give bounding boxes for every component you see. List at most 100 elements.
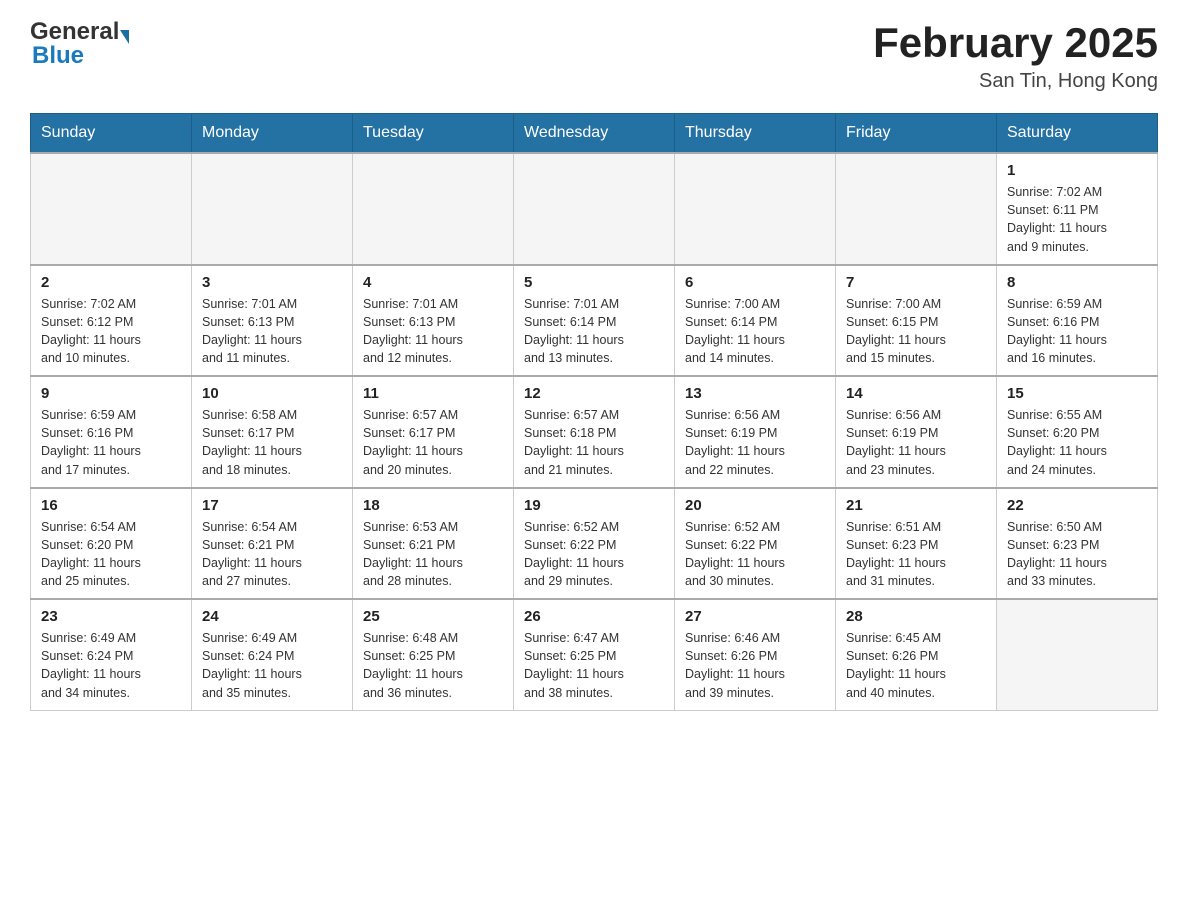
day-number: 22 — [1007, 497, 1147, 514]
calendar-day-cell: 25 Sunrise: 6:48 AM Sunset: 6:25 PM Dayli… — [353, 599, 514, 710]
header-friday: Friday — [836, 114, 997, 154]
calendar-day-cell: 22 Sunrise: 6:50 AM Sunset: 6:23 PM Dayli… — [997, 488, 1158, 600]
day-info: Sunrise: 7:00 AM Sunset: 6:15 PM Dayligh… — [846, 295, 986, 368]
header-saturday: Saturday — [997, 114, 1158, 154]
day-number: 20 — [685, 497, 825, 514]
day-number: 3 — [202, 274, 342, 291]
calendar-day-cell — [31, 153, 192, 265]
day-info: Sunrise: 6:46 AM Sunset: 6:26 PM Dayligh… — [685, 629, 825, 702]
day-info: Sunrise: 6:49 AM Sunset: 6:24 PM Dayligh… — [202, 629, 342, 702]
logo-blue-text: Blue — [30, 44, 84, 68]
calendar-day-cell — [514, 153, 675, 265]
calendar-day-cell: 16Sunrise: 6:54 AM Sunset: 6:20 PM Dayli… — [31, 488, 192, 600]
day-info: Sunrise: 6:47 AM Sunset: 6:25 PM Dayligh… — [524, 629, 664, 702]
calendar-day-cell: 7 Sunrise: 7:00 AM Sunset: 6:15 PM Daylig… — [836, 265, 997, 377]
header-monday: Monday — [192, 114, 353, 154]
calendar-day-cell: 18 Sunrise: 6:53 AM Sunset: 6:21 PM Dayli… — [353, 488, 514, 600]
day-number: 7 — [846, 274, 986, 291]
calendar-day-cell: 24 Sunrise: 6:49 AM Sunset: 6:24 PM Dayli… — [192, 599, 353, 710]
calendar-day-cell — [192, 153, 353, 265]
header-thursday: Thursday — [675, 114, 836, 154]
calendar-day-cell: 19 Sunrise: 6:52 AM Sunset: 6:22 PM Dayli… — [514, 488, 675, 600]
calendar-table: Sunday Monday Tuesday Wednesday Thursday… — [30, 113, 1158, 711]
calendar-week-row: 2 Sunrise: 7:02 AM Sunset: 6:12 PM Daylig… — [31, 265, 1158, 377]
calendar-day-cell — [353, 153, 514, 265]
calendar-day-cell: 27 Sunrise: 6:46 AM Sunset: 6:26 PM Dayli… — [675, 599, 836, 710]
day-info: Sunrise: 7:02 AM Sunset: 6:12 PM Dayligh… — [41, 295, 181, 368]
day-info: Sunrise: 6:45 AM Sunset: 6:26 PM Dayligh… — [846, 629, 986, 702]
day-number: 10 — [202, 385, 342, 402]
day-number: 12 — [524, 385, 664, 402]
logo-arrow-icon — [120, 30, 129, 44]
day-number: 27 — [685, 608, 825, 625]
calendar-day-cell: 10 Sunrise: 6:58 AM Sunset: 6:17 PM Dayli… — [192, 376, 353, 488]
weekday-header-row: Sunday Monday Tuesday Wednesday Thursday… — [31, 114, 1158, 154]
calendar-day-cell — [997, 599, 1158, 710]
day-info: Sunrise: 6:59 AM Sunset: 6:16 PM Dayligh… — [1007, 295, 1147, 368]
calendar-day-cell: 20 Sunrise: 6:52 AM Sunset: 6:22 PM Dayli… — [675, 488, 836, 600]
calendar-day-cell: 15Sunrise: 6:55 AM Sunset: 6:20 PM Dayli… — [997, 376, 1158, 488]
day-info: Sunrise: 7:02 AM Sunset: 6:11 PM Dayligh… — [1007, 183, 1147, 256]
calendar-day-cell — [675, 153, 836, 265]
day-info: Sunrise: 6:58 AM Sunset: 6:17 PM Dayligh… — [202, 406, 342, 479]
calendar-day-cell: 28 Sunrise: 6:45 AM Sunset: 6:26 PM Dayli… — [836, 599, 997, 710]
calendar-day-cell: 2 Sunrise: 7:02 AM Sunset: 6:12 PM Daylig… — [31, 265, 192, 377]
location: San Tin, Hong Kong — [873, 70, 1158, 93]
header-wednesday: Wednesday — [514, 114, 675, 154]
day-info: Sunrise: 6:48 AM Sunset: 6:25 PM Dayligh… — [363, 629, 503, 702]
day-info: Sunrise: 6:57 AM Sunset: 6:17 PM Dayligh… — [363, 406, 503, 479]
day-info: Sunrise: 6:56 AM Sunset: 6:19 PM Dayligh… — [685, 406, 825, 479]
day-number: 26 — [524, 608, 664, 625]
day-number: 19 — [524, 497, 664, 514]
day-info: Sunrise: 7:01 AM Sunset: 6:13 PM Dayligh… — [363, 295, 503, 368]
day-number: 9 — [41, 385, 181, 402]
day-number: 8 — [1007, 274, 1147, 291]
day-number: 14 — [846, 385, 986, 402]
day-info: Sunrise: 6:52 AM Sunset: 6:22 PM Dayligh… — [685, 518, 825, 591]
day-number: 1 — [1007, 162, 1147, 179]
day-number: 17 — [202, 497, 342, 514]
day-info: Sunrise: 6:49 AM Sunset: 6:24 PM Dayligh… — [41, 629, 181, 702]
calendar-day-cell: 12 Sunrise: 6:57 AM Sunset: 6:18 PM Dayli… — [514, 376, 675, 488]
title-block: February 2025 San Tin, Hong Kong — [873, 20, 1158, 93]
calendar-day-cell: 1 Sunrise: 7:02 AM Sunset: 6:11 PM Daylig… — [997, 153, 1158, 265]
day-number: 4 — [363, 274, 503, 291]
day-info: Sunrise: 6:50 AM Sunset: 6:23 PM Dayligh… — [1007, 518, 1147, 591]
day-number: 28 — [846, 608, 986, 625]
day-number: 2 — [41, 274, 181, 291]
day-info: Sunrise: 6:57 AM Sunset: 6:18 PM Dayligh… — [524, 406, 664, 479]
calendar-day-cell: 11Sunrise: 6:57 AM Sunset: 6:17 PM Dayli… — [353, 376, 514, 488]
day-number: 18 — [363, 497, 503, 514]
day-number: 13 — [685, 385, 825, 402]
calendar-day-cell: 4 Sunrise: 7:01 AM Sunset: 6:13 PM Daylig… — [353, 265, 514, 377]
calendar-day-cell: 3 Sunrise: 7:01 AM Sunset: 6:13 PM Daylig… — [192, 265, 353, 377]
calendar-day-cell: 23Sunrise: 6:49 AM Sunset: 6:24 PM Dayli… — [31, 599, 192, 710]
day-number: 25 — [363, 608, 503, 625]
day-info: Sunrise: 6:52 AM Sunset: 6:22 PM Dayligh… — [524, 518, 664, 591]
month-title: February 2025 — [873, 20, 1158, 66]
day-info: Sunrise: 6:54 AM Sunset: 6:20 PM Dayligh… — [41, 518, 181, 591]
header-tuesday: Tuesday — [353, 114, 514, 154]
day-info: Sunrise: 6:53 AM Sunset: 6:21 PM Dayligh… — [363, 518, 503, 591]
header-sunday: Sunday — [31, 114, 192, 154]
calendar-week-row: 16Sunrise: 6:54 AM Sunset: 6:20 PM Dayli… — [31, 488, 1158, 600]
day-number: 21 — [846, 497, 986, 514]
calendar-day-cell: 26 Sunrise: 6:47 AM Sunset: 6:25 PM Dayli… — [514, 599, 675, 710]
calendar-day-cell: 5Sunrise: 7:01 AM Sunset: 6:14 PM Daylig… — [514, 265, 675, 377]
day-info: Sunrise: 7:01 AM Sunset: 6:14 PM Dayligh… — [524, 295, 664, 368]
calendar-day-cell: 8 Sunrise: 6:59 AM Sunset: 6:16 PM Daylig… — [997, 265, 1158, 377]
day-info: Sunrise: 6:59 AM Sunset: 6:16 PM Dayligh… — [41, 406, 181, 479]
calendar-week-row: 1 Sunrise: 7:02 AM Sunset: 6:11 PM Daylig… — [31, 153, 1158, 265]
day-info: Sunrise: 6:54 AM Sunset: 6:21 PM Dayligh… — [202, 518, 342, 591]
day-info: Sunrise: 6:56 AM Sunset: 6:19 PM Dayligh… — [846, 406, 986, 479]
day-number: 15 — [1007, 385, 1147, 402]
calendar-week-row: 9 Sunrise: 6:59 AM Sunset: 6:16 PM Daylig… — [31, 376, 1158, 488]
page-header: General Blue February 2025 San Tin, Hong… — [30, 20, 1158, 93]
calendar-week-row: 23Sunrise: 6:49 AM Sunset: 6:24 PM Dayli… — [31, 599, 1158, 710]
calendar-day-cell: 21Sunrise: 6:51 AM Sunset: 6:23 PM Dayli… — [836, 488, 997, 600]
day-info: Sunrise: 7:01 AM Sunset: 6:13 PM Dayligh… — [202, 295, 342, 368]
day-number: 24 — [202, 608, 342, 625]
logo: General Blue — [30, 20, 129, 68]
logo-general-text: General — [30, 20, 119, 44]
day-info: Sunrise: 7:00 AM Sunset: 6:14 PM Dayligh… — [685, 295, 825, 368]
